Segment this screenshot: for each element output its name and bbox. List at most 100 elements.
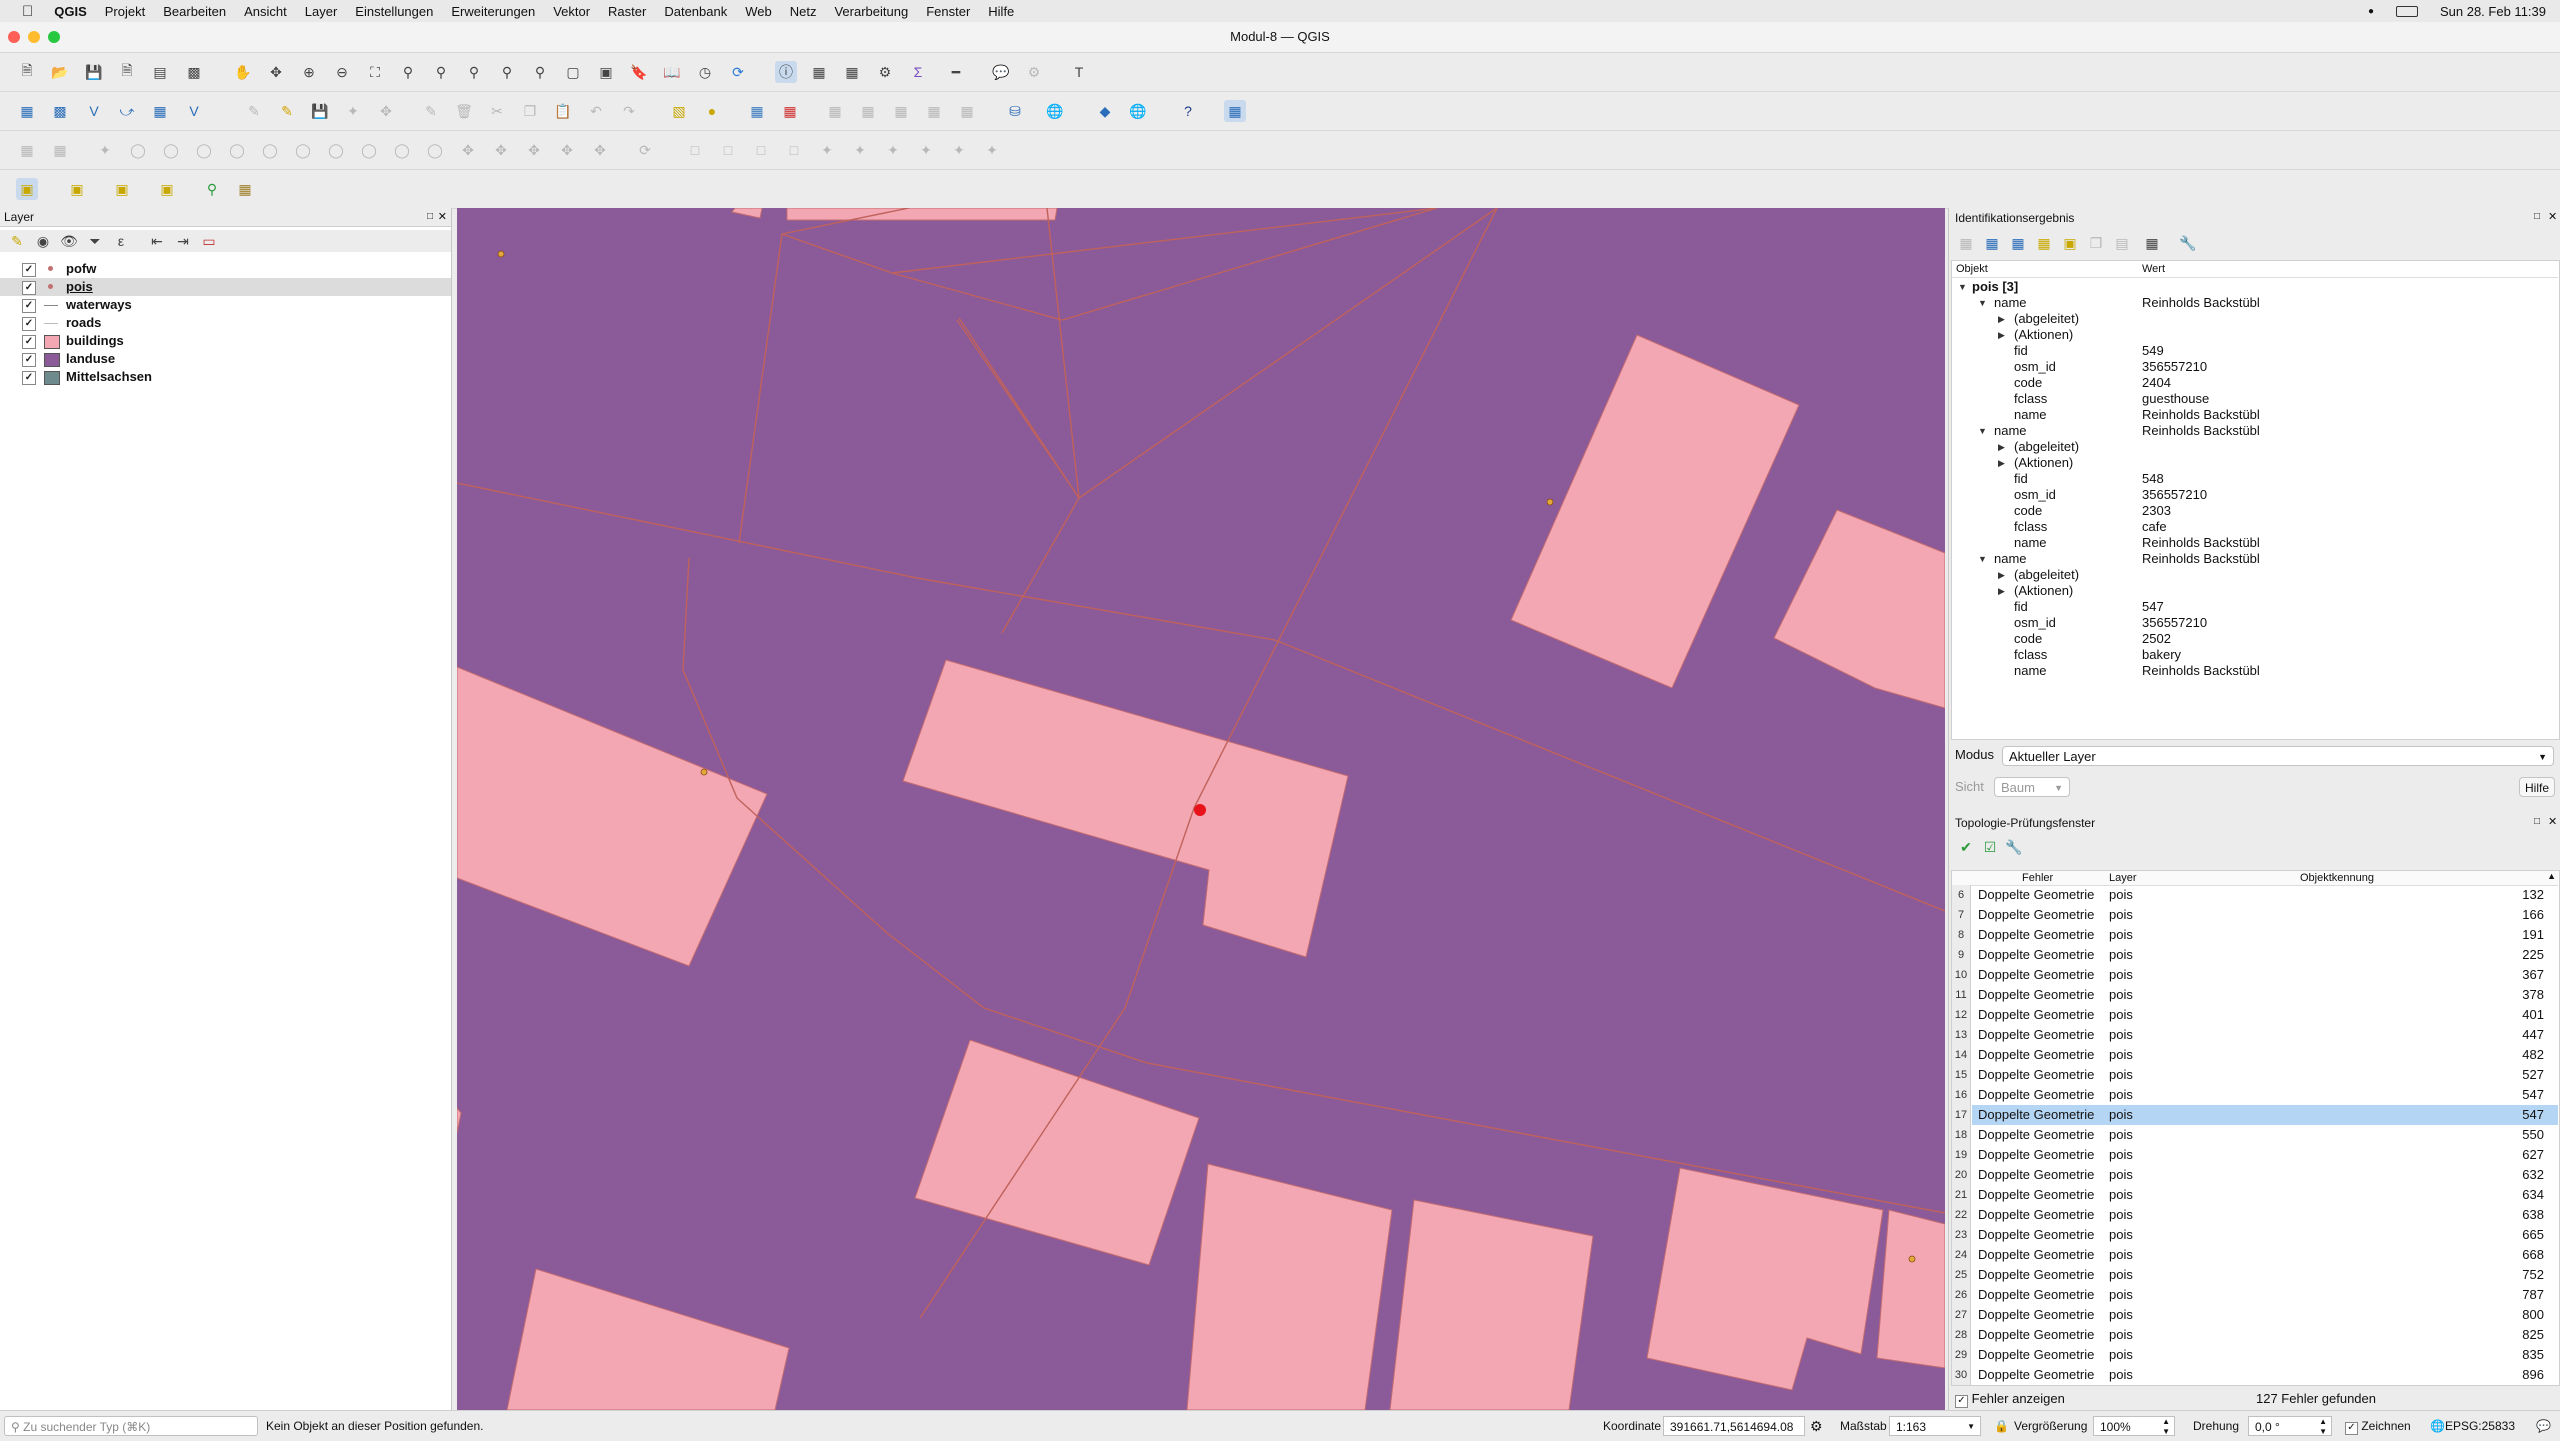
layer-visibility-checkbox[interactable]: ✓ xyxy=(22,281,36,295)
align-top-icon[interactable]: □ xyxy=(750,139,772,161)
collapse-tree-icon[interactable]: ▦ xyxy=(2007,232,2029,254)
layer-row[interactable]: ✓ Mittelsachsen xyxy=(0,368,451,386)
add-group-icon[interactable]: ◉ xyxy=(32,230,54,252)
table-row[interactable]: 24 Doppelte Geometrie pois 668 xyxy=(1952,1245,2558,1265)
layer-visibility-checkbox[interactable]: ✓ xyxy=(22,371,36,385)
checkbox-checked-icon[interactable]: ✓ xyxy=(1955,1395,1968,1408)
row-cells[interactable]: Doppelte Geometrie pois 835 xyxy=(1972,1345,2558,1365)
lock-scale-icon[interactable]: 🔒 xyxy=(1994,1416,2009,1436)
vertex-move-icon[interactable]: ✦ xyxy=(849,139,871,161)
vertex-tool-icon[interactable]: ✥ xyxy=(375,100,397,122)
column-header-objekt[interactable]: Objekt xyxy=(1956,261,1988,277)
align-bottom-icon[interactable]: □ xyxy=(783,139,805,161)
add-vector-layer-icon[interactable]: V xyxy=(83,100,105,122)
menu-bearbeiten[interactable]: Bearbeiten xyxy=(154,4,235,19)
tree-actions[interactable]: ▶ (Aktionen) xyxy=(1952,583,2558,599)
open-project-icon[interactable]: 📂 xyxy=(49,61,71,83)
label-move-icon[interactable]: ▦ xyxy=(824,100,846,122)
expand-arrow-right-icon[interactable]: ▶ xyxy=(1998,583,2005,599)
coordinate-field[interactable]: 391661.71,5614694.08 xyxy=(1663,1416,1805,1436)
tree-attribute[interactable]: name Reinholds Backstübl xyxy=(1952,663,2558,679)
copy-feature-icon[interactable]: ❐ xyxy=(2085,232,2107,254)
identify-options-icon[interactable]: ▦ xyxy=(2141,232,2163,254)
row-number[interactable]: 17 xyxy=(1952,1105,1971,1125)
column-header-fehler[interactable]: Fehler xyxy=(2022,871,2053,885)
messages-icon[interactable]: 💬 xyxy=(2536,1416,2551,1436)
vertex-add-icon[interactable]: ✦ xyxy=(816,139,838,161)
magnifier-spinbox[interactable]: 100% ▲ ▼ xyxy=(2093,1416,2175,1436)
row-cells[interactable]: Doppelte Geometrie pois 191 xyxy=(1972,925,2558,945)
add-part-icon[interactable]: ◯ xyxy=(160,139,182,161)
attribute-table-icon[interactable]: ▦ xyxy=(808,61,830,83)
tree-derived[interactable]: ▶ (abgeleitet) xyxy=(1952,439,2558,455)
apple-icon[interactable]:  xyxy=(0,3,45,20)
row-number[interactable]: 13 xyxy=(1952,1025,1971,1045)
vertex-delete-icon[interactable]: ✦ xyxy=(882,139,904,161)
toggle-extents-icon[interactable]: ⚙ xyxy=(1810,1416,1823,1436)
row-cells[interactable]: Doppelte Geometrie pois 166 xyxy=(1972,905,2558,925)
row-cells[interactable]: Doppelte Geometrie pois 527 xyxy=(1972,1065,2558,1085)
row-number[interactable]: 27 xyxy=(1952,1305,1971,1325)
view-select[interactable]: Baum ▼ xyxy=(1994,777,2070,797)
statistics-sigma-icon[interactable]: Σ xyxy=(907,61,929,83)
merge-features-icon[interactable]: ◯ xyxy=(391,139,413,161)
print-layout-icon[interactable]: ▤ xyxy=(149,61,171,83)
save-edits-icon[interactable]: 💾 xyxy=(309,100,331,122)
collapse-all-icon[interactable]: ⇥ xyxy=(172,230,194,252)
row-number[interactable]: 26 xyxy=(1952,1285,1971,1305)
current-edits-icon[interactable]: ✎ xyxy=(243,100,265,122)
close-panel-icon[interactable]: ✕ xyxy=(438,208,447,226)
row-number[interactable]: 12 xyxy=(1952,1005,1971,1025)
settings-gear-icon[interactable]: ⚙ xyxy=(874,61,896,83)
metasearch-icon[interactable]: 🌐 xyxy=(1044,100,1066,122)
table-row[interactable]: 17 Doppelte Geometrie pois 547 xyxy=(1952,1105,2558,1125)
label-diagram-icon[interactable]: ▦ xyxy=(746,100,768,122)
column-header-layer[interactable]: Layer xyxy=(2109,871,2137,885)
row-number[interactable]: 8 xyxy=(1952,925,1971,945)
layer-row[interactable]: ✓ pofw xyxy=(0,260,451,278)
row-number[interactable]: 6 xyxy=(1952,885,1971,905)
tree-attribute[interactable]: name Reinholds Backstübl xyxy=(1952,407,2558,423)
layer-visibility-checkbox[interactable]: ✓ xyxy=(22,353,36,367)
table-row[interactable]: 26 Doppelte Geometrie pois 787 xyxy=(1952,1285,2558,1305)
select-tool-icon[interactable]: ▦ xyxy=(234,178,256,200)
snapping-icon[interactable]: ▦ xyxy=(49,139,71,161)
configure-rules-icon[interactable]: ✔ xyxy=(1955,836,1977,858)
python-console-icon[interactable]: ◆ xyxy=(1094,100,1116,122)
menu-hilfe[interactable]: Hilfe xyxy=(979,4,1023,19)
expand-arrow-down-icon[interactable]: ▼ xyxy=(1958,279,1967,295)
maximize-window-icon[interactable] xyxy=(48,31,60,43)
copy-icon[interactable]: ❐ xyxy=(519,100,541,122)
locator-search-input[interactable]: ⚲ Zu suchender Typ (⌘K) xyxy=(4,1416,258,1436)
menu-vektor[interactable]: Vektor xyxy=(544,4,599,19)
rotation-spinbox[interactable]: 0,0 ° ▲ ▼ xyxy=(2248,1416,2332,1436)
pan-to-selection-icon[interactable]: ✥ xyxy=(265,61,287,83)
redo-icon[interactable]: ↷ xyxy=(618,100,640,122)
align-right-icon[interactable]: □ xyxy=(717,139,739,161)
undo-icon[interactable]: ↶ xyxy=(585,100,607,122)
row-cells[interactable]: Doppelte Geometrie pois 787 xyxy=(1972,1285,2558,1305)
render-checkbox[interactable]: ✓ Zeichnen xyxy=(2345,1416,2411,1436)
row-cells[interactable]: Doppelte Geometrie pois 627 xyxy=(1972,1145,2558,1165)
status-dot-icon[interactable]: ● xyxy=(2368,6,2374,17)
temporal-controller-icon[interactable]: ◷ xyxy=(694,61,716,83)
validate-all-icon[interactable]: ☑ xyxy=(1979,836,2001,858)
row-number[interactable]: 23 xyxy=(1952,1225,1971,1245)
expand-arrow-right-icon[interactable]: ▶ xyxy=(1998,455,2005,471)
paste-icon[interactable]: 📋 xyxy=(552,100,574,122)
minimize-window-icon[interactable] xyxy=(28,31,40,43)
label-toolbar-icon[interactable]: ▧ xyxy=(668,100,690,122)
show-bookmarks-icon[interactable]: 📖 xyxy=(661,61,683,83)
table-row[interactable]: 14 Doppelte Geometrie pois 482 xyxy=(1952,1045,2558,1065)
menubar-clock[interactable]: Sun 28. Feb 11:39 xyxy=(2440,4,2546,19)
table-row[interactable]: 28 Doppelte Geometrie pois 825 xyxy=(1952,1325,2558,1345)
scale-combo[interactable]: 1:163 ▼ xyxy=(1889,1416,1981,1436)
tree-attribute[interactable]: name Reinholds Backstübl xyxy=(1952,535,2558,551)
db-manager-icon[interactable]: ⛁ xyxy=(1004,100,1026,122)
row-cells[interactable]: Doppelte Geometrie pois 132 xyxy=(1972,885,2558,905)
row-cells[interactable]: Doppelte Geometrie pois 401 xyxy=(1972,1005,2558,1025)
field-calculator-icon[interactable]: ▦ xyxy=(841,61,863,83)
row-number[interactable]: 19 xyxy=(1952,1145,1971,1165)
expand-arrow-down-icon[interactable]: ▼ xyxy=(1978,423,1987,439)
table-row[interactable]: 29 Doppelte Geometrie pois 835 xyxy=(1952,1345,2558,1365)
